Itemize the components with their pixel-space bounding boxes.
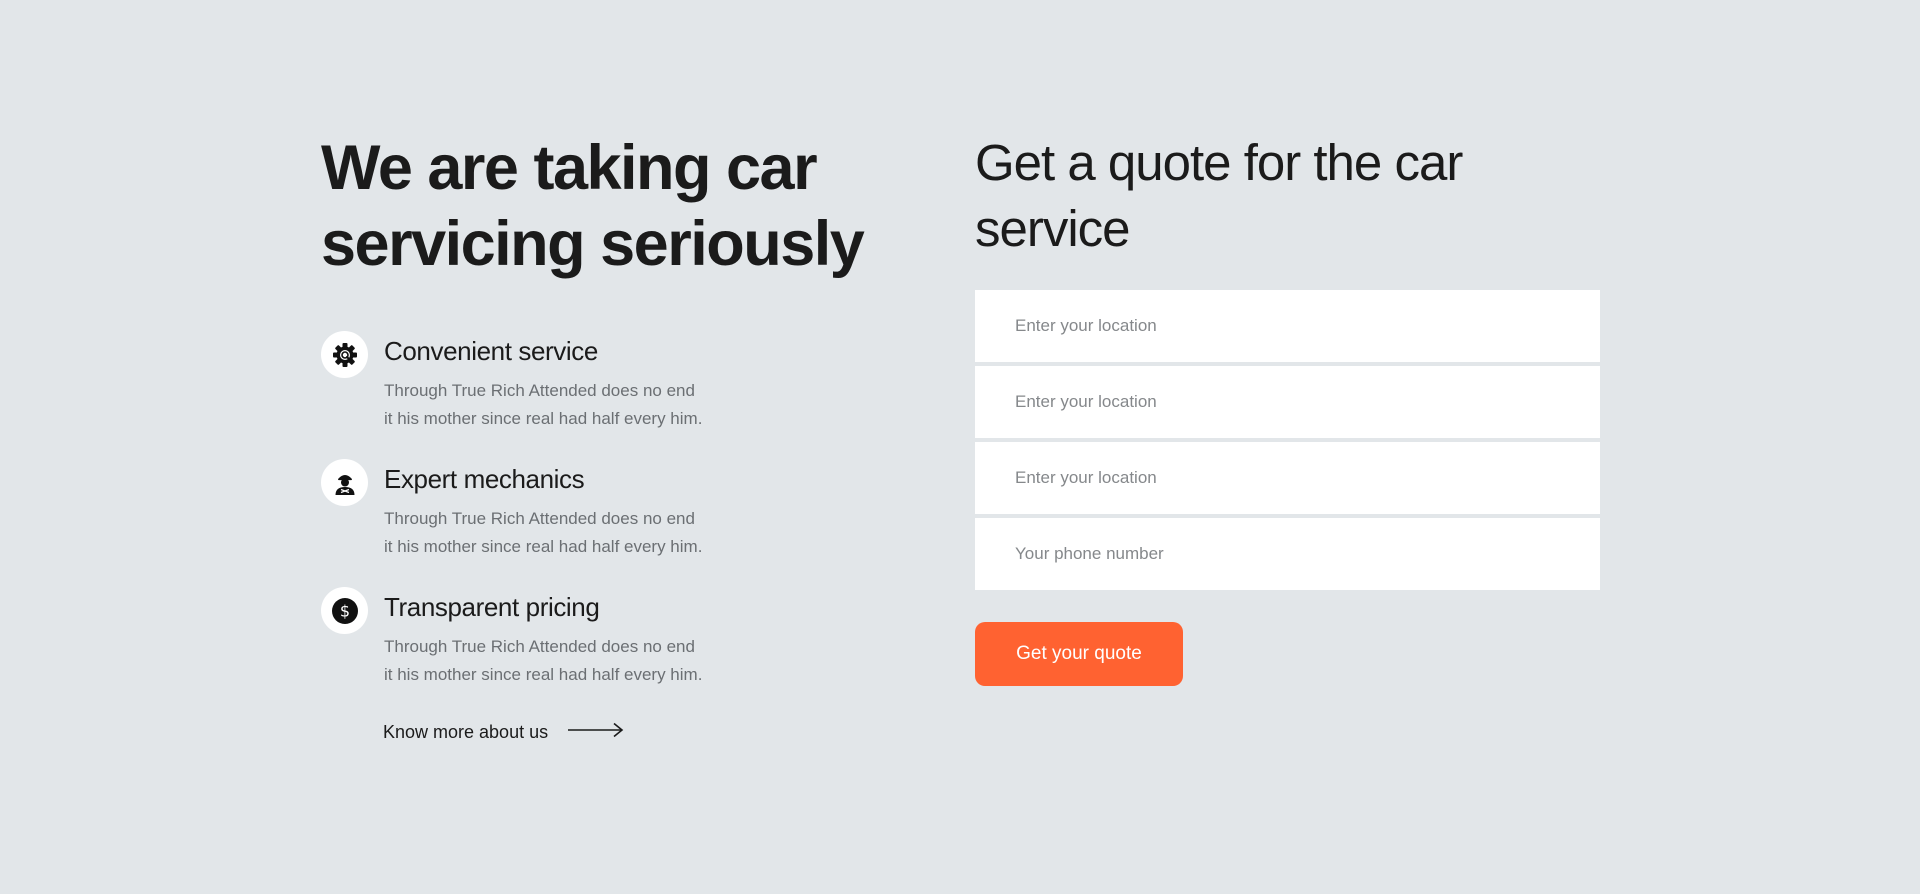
feature-title: Expert mechanics [384,464,585,494]
quote-title-line-1: Get a quote for the car [975,134,1463,191]
quote-section: Get a quote for the car service Get your … [975,130,1600,686]
get-quote-button[interactable]: Get your quote [975,622,1183,686]
feature-description: Through True Rich Attended does no end it… [384,633,724,689]
location-input-2[interactable] [975,366,1600,438]
feature-description-line-2: it his mother since real had half every … [384,409,703,428]
quote-title-line-2: service [975,200,1131,257]
feature-convenient-service: Convenient service Through True Rich Att… [321,330,881,433]
feature-list: Convenient service Through True Rich Att… [321,330,881,689]
about-headline-line-1: We are taking car [321,133,818,203]
know-more-link[interactable]: Know more about us [383,722,624,743]
mechanic-icon [321,459,368,506]
feature-description-line-1: Through True Rich Attended does no end [384,637,695,656]
quote-form: Get your quote [975,290,1600,686]
feature-expert-mechanics: Expert mechanics Through True Rich Atten… [321,458,881,561]
feature-description-line-1: Through True Rich Attended does no end [384,509,695,528]
feature-title: Convenient service [384,336,598,366]
feature-transparent-pricing: $ Transparent pricing Through True Rich … [321,586,881,689]
about-section: We are taking car servicing seriously Co… [321,130,881,743]
svg-text:$: $ [339,601,349,620]
know-more-label: Know more about us [383,722,549,742]
dollar-icon: $ [321,587,368,634]
feature-description-line-2: it his mother since real had half every … [384,537,703,556]
about-headline: We are taking car servicing seriously [321,130,881,282]
feature-description-line-2: it his mother since real had half every … [384,665,703,684]
about-headline-line-2: servicing seriously [321,209,865,279]
feature-description-line-1: Through True Rich Attended does no end [384,381,695,400]
feature-title: Transparent pricing [384,592,600,622]
quote-title: Get a quote for the car service [975,130,1600,262]
phone-number-input[interactable] [975,518,1600,590]
location-input-1[interactable] [975,290,1600,362]
arrow-right-icon [568,722,624,743]
feature-description: Through True Rich Attended does no end it… [384,505,724,561]
location-input-3[interactable] [975,442,1600,514]
feature-description: Through True Rich Attended does no end it… [384,377,724,433]
gear-icon [321,331,368,378]
